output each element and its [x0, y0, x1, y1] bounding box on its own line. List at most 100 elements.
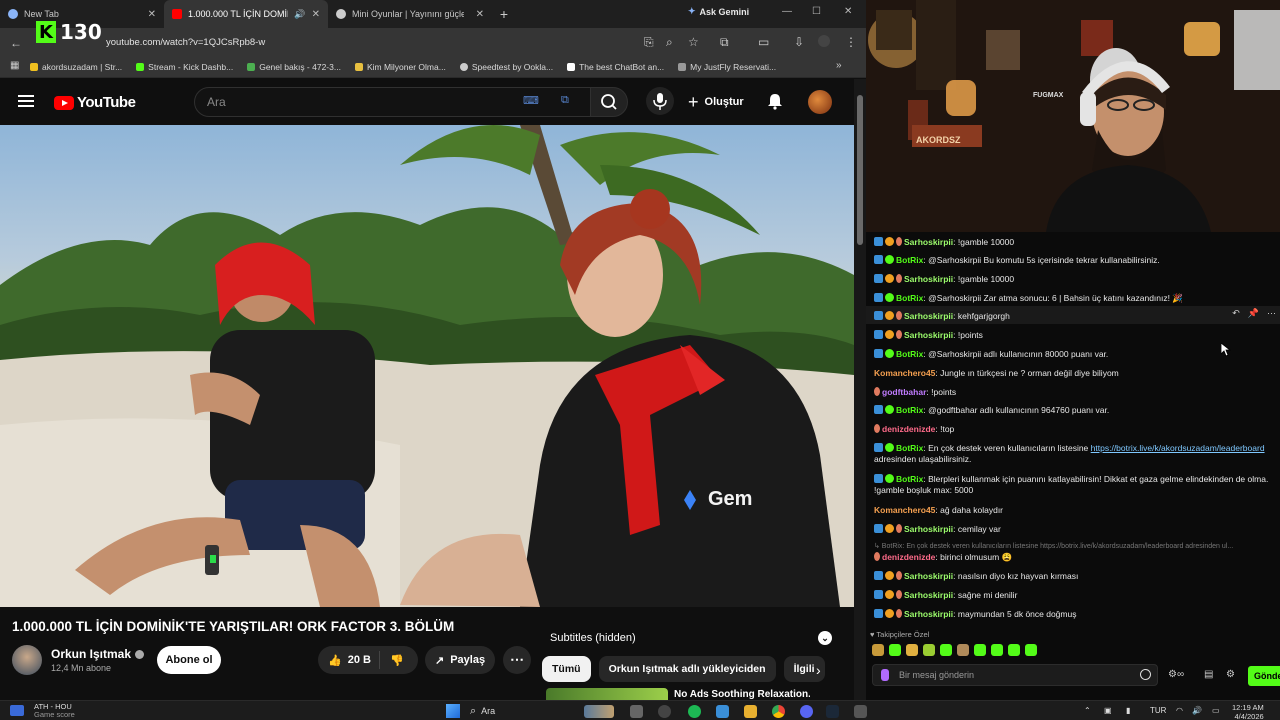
- emote-icon[interactable]: [872, 644, 884, 656]
- pin-icon[interactable]: 📌: [1248, 308, 1259, 319]
- emote-icon[interactable]: [906, 644, 918, 656]
- page-scrollbar[interactable]: [854, 79, 866, 700]
- back-icon[interactable]: ←: [10, 36, 22, 50]
- chat-identity-icon[interactable]: [881, 669, 889, 681]
- screen-share-icon[interactable]: ⧉: [561, 94, 569, 107]
- store-icon[interactable]: ▤: [1204, 669, 1213, 680]
- download-icon[interactable]: ⇩: [794, 35, 804, 49]
- zoom-icon[interactable]: ⌕: [666, 35, 673, 50]
- file-explorer-icon[interactable]: [744, 705, 757, 718]
- windows-start-icon[interactable]: [446, 704, 460, 718]
- dislike-button[interactable]: 👎: [380, 654, 404, 667]
- chat-username[interactable]: Sarhoskirpii: [904, 609, 953, 619]
- chat-username[interactable]: BotRix: [896, 443, 923, 453]
- more-icon[interactable]: ⋯: [1267, 308, 1276, 319]
- cast-icon[interactable]: ▭: [758, 35, 769, 49]
- search-input[interactable]: [195, 88, 495, 116]
- clock[interactable]: 12:19 AM 4/4/2026: [1232, 703, 1264, 720]
- tray-app-icon[interactable]: ▮: [1126, 706, 1130, 715]
- emote-icon[interactable]: [923, 644, 935, 656]
- bookmark-item[interactable]: The best ChatBot an...: [567, 62, 664, 72]
- emote-icon[interactable]: [1025, 644, 1037, 656]
- app-icon[interactable]: [854, 705, 867, 718]
- chat-message-input[interactable]: [873, 665, 1123, 685]
- youtube-logo[interactable]: YouTube: [54, 94, 136, 111]
- leaderboard-link[interactable]: https://botrix.live/k/akordsuzadam/leade…: [1091, 443, 1265, 453]
- video-player[interactable]: Gem: [0, 125, 854, 607]
- more-bookmarks-icon[interactable]: »: [836, 60, 842, 71]
- bookmark-star-icon[interactable]: ☆: [688, 35, 699, 49]
- ask-gemini-button[interactable]: ✦ Ask Gemini: [688, 6, 749, 17]
- channel-avatar[interactable]: [12, 645, 42, 675]
- chat-username[interactable]: Sarhoskirpii: [904, 571, 953, 581]
- speaker-icon[interactable]: 🔊: [294, 9, 305, 20]
- create-button[interactable]: + Oluştur: [688, 88, 744, 116]
- bookmark-item[interactable]: My JustFly Reservati...: [678, 62, 776, 72]
- emote-icon[interactable]: [1008, 644, 1020, 656]
- volume-icon[interactable]: 🔊: [1192, 706, 1202, 715]
- wifi-icon[interactable]: ◠: [1176, 706, 1183, 715]
- minimize-button[interactable]: —: [782, 6, 792, 17]
- close-icon[interactable]: ✕: [148, 9, 156, 20]
- close-window-button[interactable]: ✕: [844, 6, 852, 17]
- settings-gear-icon[interactable]: ⚙: [1226, 669, 1235, 680]
- steam-icon[interactable]: [826, 705, 839, 718]
- taskbar-search[interactable]: ⌕ Ara: [470, 704, 590, 718]
- chat-username[interactable]: Komanchero45: [874, 505, 935, 515]
- recommended-video-thumbnail[interactable]: [546, 688, 668, 700]
- apps-grid-icon[interactable]: ▦: [10, 60, 19, 71]
- chat-username[interactable]: Sarhoskirpii: [904, 524, 953, 534]
- recommended-video-title[interactable]: No Ads Soothing Relaxation...: [674, 689, 810, 700]
- share-button[interactable]: ↗ Paylaş: [425, 646, 495, 674]
- bookmark-item[interactable]: Genel bakış - 472-3...: [247, 62, 341, 72]
- chat-username[interactable]: BotRix: [896, 405, 923, 415]
- install-icon[interactable]: ⎘: [644, 35, 654, 50]
- channel-name-link[interactable]: Orkun Işıtmak: [51, 647, 145, 661]
- chrome-icon[interactable]: [772, 705, 785, 718]
- emote-icon[interactable]: [957, 644, 969, 656]
- chip-from-uploader[interactable]: Orkun Işıtmak adlı yükleyiciden: [598, 656, 776, 682]
- input-language[interactable]: TUR: [1150, 706, 1166, 715]
- close-icon[interactable]: ✕: [476, 9, 484, 20]
- kebab-menu-icon[interactable]: ⋮: [845, 35, 857, 49]
- tab-mini-oyunlar[interactable]: Mini Oyunlar | Yayınını güçlend ✕: [328, 0, 492, 28]
- battery-icon[interactable]: ▭: [1212, 706, 1220, 715]
- notifications-button[interactable]: [766, 92, 784, 115]
- subscribe-button[interactable]: Abone ol: [157, 646, 221, 674]
- spotify-icon[interactable]: [688, 705, 701, 718]
- more-actions-button[interactable]: ⋯: [503, 646, 531, 674]
- app-icon[interactable]: [716, 705, 729, 718]
- extensions-icon[interactable]: ⚙∞: [1168, 669, 1184, 680]
- chat-username[interactable]: Sarhoskirpii: [904, 311, 953, 321]
- chat-username[interactable]: Sarhoskirpii: [904, 237, 953, 247]
- url-input[interactable]: youtube.com/watch?v=1QJCsRpb8-w: [106, 37, 265, 48]
- weather-widget-icon[interactable]: [10, 705, 24, 716]
- bookmark-item[interactable]: Speedtest by Ookla...: [459, 62, 553, 72]
- subtitles-panel-header[interactable]: Subtitles (hidden) ⌄: [542, 626, 840, 650]
- hamburger-menu-icon[interactable]: [18, 95, 34, 107]
- maximize-button[interactable]: ☐: [812, 6, 821, 17]
- avatar[interactable]: [808, 90, 832, 114]
- news-widget-icon[interactable]: [584, 705, 614, 718]
- chat-username[interactable]: denizdenizde: [882, 552, 935, 562]
- weather-widget[interactable]: ATH - HOU Game score: [34, 703, 75, 719]
- chat-username[interactable]: denizdenizde: [882, 424, 935, 434]
- bookmark-item[interactable]: Kim Milyoner Olma...: [354, 62, 446, 72]
- chat-username[interactable]: BotRix: [896, 293, 923, 303]
- extensions-icon[interactable]: ⧉: [720, 35, 729, 50]
- bookmark-item[interactable]: akordsuzadam | Str...: [30, 62, 122, 72]
- chat-username[interactable]: BotRix: [896, 474, 923, 484]
- voice-search-button[interactable]: [646, 87, 674, 115]
- chevron-down-icon[interactable]: ⌄: [818, 631, 832, 645]
- send-button[interactable]: Gönder: [1248, 666, 1280, 686]
- profile-icon[interactable]: [818, 35, 830, 47]
- translate-icon[interactable]: ⌨: [523, 94, 539, 107]
- chat-username[interactable]: godftbahar: [882, 387, 926, 397]
- emote-icon[interactable]: [889, 644, 901, 656]
- bookmark-item[interactable]: Stream - Kick Dashb...: [136, 62, 233, 72]
- chevron-up-icon[interactable]: ⌃: [1084, 706, 1091, 715]
- chat-username[interactable]: Sarhoskirpii: [904, 274, 953, 284]
- tray-app-icon[interactable]: ▣: [1104, 706, 1112, 715]
- reply-icon[interactable]: ↶: [1232, 308, 1240, 319]
- like-button[interactable]: 👍 20 B: [318, 651, 380, 669]
